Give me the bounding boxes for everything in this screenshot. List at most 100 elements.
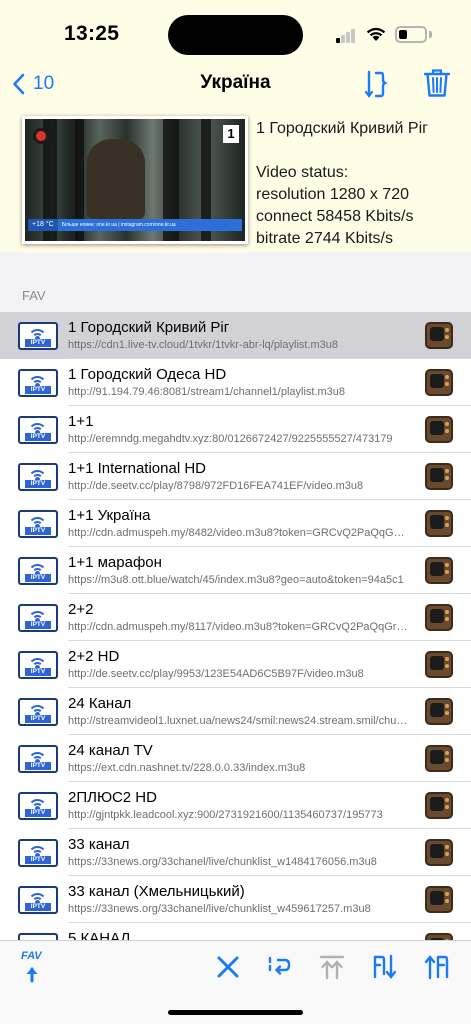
channel-url: https://33news.org/33chanel/live/chunkli… xyxy=(68,856,377,868)
retro-tv-icon[interactable] xyxy=(425,416,453,443)
channel-name: 1+1 марафон xyxy=(68,554,162,571)
retro-tv-icon[interactable] xyxy=(425,369,453,396)
retro-tv-icon[interactable] xyxy=(425,792,453,819)
channel-name: 5 КАНАЛ xyxy=(68,930,131,940)
channel-list[interactable]: IPTV 1 Городский Кривий Ріг https://cdn1.l… xyxy=(0,312,471,940)
channel-name: 1+1 Україна xyxy=(68,507,151,524)
channel-url: http://streamvideol1.luxnet.ua/news24/sm… xyxy=(68,715,413,727)
channel-name: 2ПЛЮС2 HD xyxy=(68,789,157,806)
section-header xyxy=(0,252,471,312)
list-item[interactable]: IPTV 2ПЛЮС2 HD http://gjntpkk.leadcool.xyz… xyxy=(0,782,471,829)
iptv-icon: IPTV xyxy=(18,745,58,773)
iptv-icon: IPTV xyxy=(18,698,58,726)
list-item[interactable]: IPTV 1+1 International HD http://de.seetv.… xyxy=(0,453,471,500)
sort-up-icon xyxy=(424,955,449,980)
iptv-icon: IPTV xyxy=(18,416,58,444)
list-item[interactable]: IPTV 1 Городский Одеса HD http://91.194.79… xyxy=(0,359,471,406)
retro-tv-icon[interactable] xyxy=(425,933,453,940)
channel-url: http://de.seetv.cc/play/8798/972FD16FEA7… xyxy=(68,480,364,492)
repeat-button[interactable] xyxy=(267,954,295,982)
iptv-icon: IPTV xyxy=(18,322,58,350)
list-item[interactable]: IPTV 2+2 HD http://de.seetv.cc/play/9953/1… xyxy=(0,641,471,688)
trash-icon xyxy=(423,69,451,97)
sort-up-button[interactable] xyxy=(424,953,452,981)
channel-url: http://de.seetv.cc/play/9953/123E54AD6C5… xyxy=(68,668,364,680)
iptv-icon: IPTV xyxy=(18,604,58,632)
list-item[interactable]: IPTV 24 канал TV https://ext.cdn.nashnet.t… xyxy=(0,735,471,782)
retro-tv-icon[interactable] xyxy=(425,604,453,631)
channel-url: https://ext.cdn.nashnet.tv/228.0.0.33/in… xyxy=(68,762,306,774)
iptv-icon: IPTV xyxy=(18,463,58,491)
list-item[interactable]: IPTV 1+1 марафон https://m3u8.ott.blue/wat… xyxy=(0,547,471,594)
fav-up-icon xyxy=(26,967,38,983)
signal-icon xyxy=(336,29,356,43)
retro-tv-icon[interactable] xyxy=(425,698,453,725)
channel-url: http://gjntpkk.leadcool.xyz:900/27319216… xyxy=(68,809,383,821)
channel-name: 2+2 xyxy=(68,601,94,618)
info-status-title: Video status: xyxy=(256,164,349,181)
channel-name: 1 Городский Кривий Ріг xyxy=(68,319,230,336)
sort-down-button[interactable] xyxy=(372,953,400,981)
iptv-icon: IPTV xyxy=(18,651,58,679)
list-item[interactable]: IPTV 24 Канал http://streamvideol1.luxnet.… xyxy=(0,688,471,735)
move-top-button[interactable] xyxy=(319,954,347,982)
iptv-icon: IPTV xyxy=(18,792,58,820)
sort-button[interactable] xyxy=(364,68,388,100)
record-indicator-icon xyxy=(33,128,49,144)
channel-name: 33 канал xyxy=(68,836,130,853)
iptv-icon: IPTV xyxy=(18,557,58,585)
ticker-text: Більше новин: one.kr.ua | instagram.com/… xyxy=(61,222,176,228)
channel-url: https://33news.org/33chanel/live/chunkli… xyxy=(68,903,371,915)
list-item[interactable]: IPTV 5 КАНАЛ xyxy=(0,923,471,940)
trash-button[interactable] xyxy=(423,68,451,98)
channel-url: http://cdn.admuspeh.my/8482/video.m3u8?t… xyxy=(68,527,413,539)
list-item[interactable]: IPTV 33 канал https://33news.org/33chanel/… xyxy=(0,829,471,876)
channel-url: http://91.194.79.46:8081/stream1/channel… xyxy=(68,386,346,398)
channel-url: https://m3u8.ott.blue/watch/45/index.m3u… xyxy=(68,574,404,586)
video-info: 1 Городский Кривий Ріг Video status: res… xyxy=(256,118,428,250)
retro-tv-icon[interactable] xyxy=(425,463,453,490)
iptv-icon: IPTV xyxy=(18,886,58,914)
repeat-icon xyxy=(268,956,291,975)
channel-name: 1+1 International HD xyxy=(68,460,207,477)
section-label: FAV xyxy=(22,288,46,303)
channel-url: https://cdn1.live-tv.cloud/1tvkr/1tvkr-a… xyxy=(68,339,339,351)
video-subject xyxy=(87,139,145,219)
video-frame: 1 +18 °C Більше новин: one.kr.ua | insta… xyxy=(25,119,245,241)
retro-tv-icon[interactable] xyxy=(425,510,453,537)
channel-name: 1+1 xyxy=(68,413,94,430)
info-channel-name: 1 Городский Кривий Ріг xyxy=(256,120,428,137)
channel-url: http://cdn.admuspeh.my/8117/video.m3u8?t… xyxy=(68,621,413,633)
battery-icon xyxy=(395,26,427,43)
dynamic-island xyxy=(168,15,303,55)
list-item[interactable]: IPTV 1 Городский Кривий Ріг https://cdn1.l… xyxy=(0,312,471,359)
fav-up-button[interactable]: FAV xyxy=(18,947,50,987)
retro-tv-icon[interactable] xyxy=(425,886,453,913)
close-icon xyxy=(217,956,239,978)
retro-tv-icon[interactable] xyxy=(425,557,453,584)
iptv-icon: IPTV xyxy=(18,369,58,397)
iptv-icon: IPTV xyxy=(18,839,58,867)
channel-logo: 1 xyxy=(223,125,239,143)
close-button[interactable] xyxy=(216,955,244,983)
video-preview[interactable]: 1 +18 °C Більше новин: one.kr.ua | insta… xyxy=(22,116,248,244)
retro-tv-icon[interactable] xyxy=(425,322,453,349)
list-item[interactable]: IPTV 33 канал (Хмельницький) https://33new… xyxy=(0,876,471,923)
list-item[interactable]: IPTV 2+2 http://cdn.admuspeh.my/8117/video… xyxy=(0,594,471,641)
battery-tip xyxy=(429,31,432,38)
channel-name: 1 Городский Одеса HD xyxy=(68,366,227,383)
move-top-icon xyxy=(319,955,345,980)
channel-name: 2+2 HD xyxy=(68,648,120,665)
status-bar: 13:25 xyxy=(0,0,471,60)
home-indicator xyxy=(168,1010,303,1015)
info-connect: connect 58458 Kbits/s xyxy=(256,208,414,225)
retro-tv-icon[interactable] xyxy=(425,651,453,678)
list-item[interactable]: IPTV 1+1 http://eremndg.megahdtv.xyz:80/01… xyxy=(0,406,471,453)
wifi-icon xyxy=(366,27,386,41)
channel-name: 24 Канал xyxy=(68,695,132,712)
retro-tv-icon[interactable] xyxy=(425,745,453,772)
info-resolution: resolution 1280 x 720 xyxy=(256,186,409,203)
list-item[interactable]: IPTV 1+1 Україна http://cdn.admuspeh.my/84… xyxy=(0,500,471,547)
retro-tv-icon[interactable] xyxy=(425,839,453,866)
iptv-icon: IPTV xyxy=(18,510,58,538)
